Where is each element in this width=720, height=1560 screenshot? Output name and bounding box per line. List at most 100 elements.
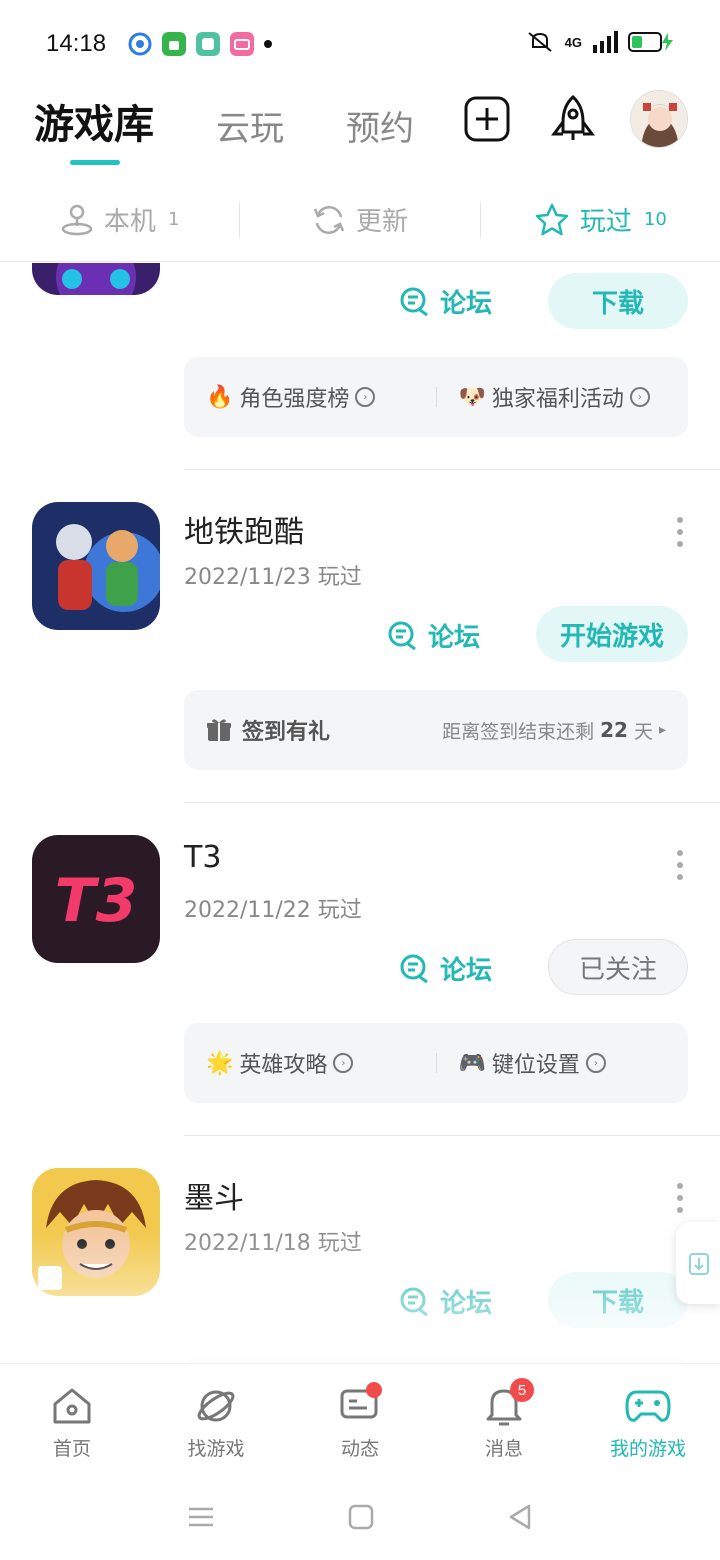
row-divider xyxy=(184,802,720,803)
fire-icon: 🔥 xyxy=(206,384,234,410)
status-indicators: 4G xyxy=(525,30,676,54)
checkin-label: 签到有礼 xyxy=(242,720,331,745)
game-icon[interactable]: T3 xyxy=(32,835,160,963)
subtab-local[interactable]: 本机 1 xyxy=(0,201,239,238)
signal-icon xyxy=(593,31,618,53)
dog-icon: 🐶 xyxy=(458,384,486,410)
game-icon[interactable] xyxy=(32,263,160,295)
message-count-badge: 5 xyxy=(510,1378,534,1402)
game-icon[interactable] xyxy=(32,502,160,630)
battery-icon xyxy=(628,32,673,52)
joystick-icon xyxy=(61,204,93,235)
forum-icon xyxy=(400,287,428,316)
download-button[interactable]: 下载 xyxy=(548,1272,688,1328)
forum-button[interactable]: 论坛 xyxy=(398,950,492,987)
refresh-icon xyxy=(313,205,345,234)
notification-dot xyxy=(366,1382,382,1398)
checkin-remaining-suffix: 天 xyxy=(633,720,653,743)
checkin-label-group: 签到有礼 xyxy=(206,714,330,746)
game-played-date: 2022/11/22 玩过 xyxy=(184,898,362,923)
floating-download-tab[interactable] xyxy=(676,1222,720,1304)
extra-link[interactable]: 🌟 英雄攻略 › xyxy=(206,1047,414,1079)
status-bar: 14:18 4G xyxy=(0,0,720,88)
nav-my-games[interactable]: 我的游戏 xyxy=(576,1364,720,1473)
add-button[interactable] xyxy=(458,90,516,148)
sub-tabs: 本机 1 更新 玩过 10 xyxy=(0,178,720,262)
subtab-local-label: 本机 xyxy=(103,207,156,237)
subtab-local-count: 1 xyxy=(167,209,180,230)
arrow-right-icon: › xyxy=(629,387,650,407)
tab-game-library[interactable]: 游戏库 xyxy=(34,92,154,150)
game-title: T3 xyxy=(184,840,222,875)
back-icon[interactable] xyxy=(507,1503,533,1531)
avatar[interactable] xyxy=(630,90,688,148)
t3-logo-text: T3 xyxy=(55,866,138,936)
extra-link-label: 角色强度榜 xyxy=(239,387,350,412)
game-title: 地铁跑酷 xyxy=(184,515,304,550)
extra-link[interactable]: 🐶 独家福利活动 › xyxy=(459,381,667,413)
nav-messages-label: 消息 xyxy=(484,1438,523,1460)
game-played-date: 2022/11/23 玩过 xyxy=(184,565,362,590)
subtab-played-count: 10 xyxy=(643,209,667,230)
nav-find-games-label: 找游戏 xyxy=(187,1438,245,1460)
played-games-list: 论坛 下载 🔥 角色强度榜 › 🐶 独家福利活动 › 地铁跑酷 2022/11/… xyxy=(0,263,720,1363)
arrow-right-icon: › xyxy=(333,1053,354,1073)
android-app-icon xyxy=(162,32,186,56)
game-played-date: 2022/11/18 玩过 xyxy=(184,1231,362,1256)
extra-link[interactable]: 🎮 键位设置 › xyxy=(459,1047,667,1079)
menu-icon[interactable] xyxy=(187,1506,215,1528)
game-icon-image xyxy=(32,502,160,630)
subtab-update[interactable]: 更新 xyxy=(240,201,479,238)
checkin-remaining-prefix: 距离签到结束还剩 xyxy=(442,720,595,743)
forum-button[interactable]: 论坛 xyxy=(386,617,480,654)
forum-button[interactable]: 论坛 xyxy=(398,1283,492,1320)
caret-right-icon: ▸ xyxy=(658,722,666,738)
subtab-played-label: 玩过 xyxy=(579,207,632,237)
divider xyxy=(435,1053,437,1073)
tab-reservation[interactable]: 预约 xyxy=(346,101,414,150)
subtab-played[interactable]: 玩过 10 xyxy=(481,201,720,238)
forum-label: 论坛 xyxy=(428,623,481,653)
add-icon xyxy=(464,96,510,142)
status-app-icons xyxy=(128,32,272,56)
active-tab-indicator xyxy=(70,160,120,165)
nav-messages[interactable]: 5 消息 xyxy=(432,1364,576,1473)
forum-label: 论坛 xyxy=(440,956,493,986)
extra-link-label: 英雄攻略 xyxy=(239,1053,328,1078)
more-options-button[interactable] xyxy=(674,1183,686,1213)
game-icon-image xyxy=(32,263,160,295)
forum-label: 论坛 xyxy=(440,289,493,319)
star-icon xyxy=(535,203,569,235)
game-icon-image xyxy=(32,1168,160,1296)
game-extras-bar: 🔥 角色强度榜 › 🐶 独家福利活动 › xyxy=(184,357,688,437)
download-button[interactable]: 下载 xyxy=(548,273,688,329)
download-manager-icon xyxy=(689,1253,709,1275)
network-label: 4G xyxy=(564,34,582,50)
nav-feed[interactable]: 动态 xyxy=(288,1364,432,1473)
gamepad-emoji-icon: 🎮 xyxy=(458,1050,486,1076)
more-options-button[interactable] xyxy=(674,517,686,547)
game-icon-image: T3 xyxy=(32,835,160,963)
planet-icon xyxy=(197,1390,235,1422)
home-square-icon[interactable] xyxy=(348,1504,374,1530)
notification-dot xyxy=(264,40,272,48)
start-game-button[interactable]: 开始游戏 xyxy=(536,606,688,662)
nav-home[interactable]: 首页 xyxy=(0,1364,144,1473)
extra-link[interactable]: 🔥 角色强度榜 › xyxy=(206,381,414,413)
nav-find-games[interactable]: 找游戏 xyxy=(144,1364,288,1473)
status-time: 14:18 xyxy=(46,30,107,57)
followed-button[interactable]: 已关注 xyxy=(548,939,688,995)
speed-up-button[interactable] xyxy=(544,90,602,148)
top-tabs: 游戏库 云玩 预约 xyxy=(34,92,476,150)
avatar-image xyxy=(631,91,687,147)
subtab-update-label: 更新 xyxy=(355,207,408,237)
more-options-button[interactable] xyxy=(674,850,686,880)
divider xyxy=(435,387,437,407)
checkin-bar[interactable]: 签到有礼 距离签到结束还剩 22 天 ▸ xyxy=(184,690,688,770)
gift-icon xyxy=(207,719,231,741)
game-extras-bar: 🌟 英雄攻略 › 🎮 键位设置 › xyxy=(184,1023,688,1103)
tab-cloud-play[interactable]: 云玩 xyxy=(216,101,284,150)
forum-button[interactable]: 论坛 xyxy=(398,283,492,320)
game-icon[interactable] xyxy=(32,1168,160,1296)
rocket-icon xyxy=(551,94,595,140)
